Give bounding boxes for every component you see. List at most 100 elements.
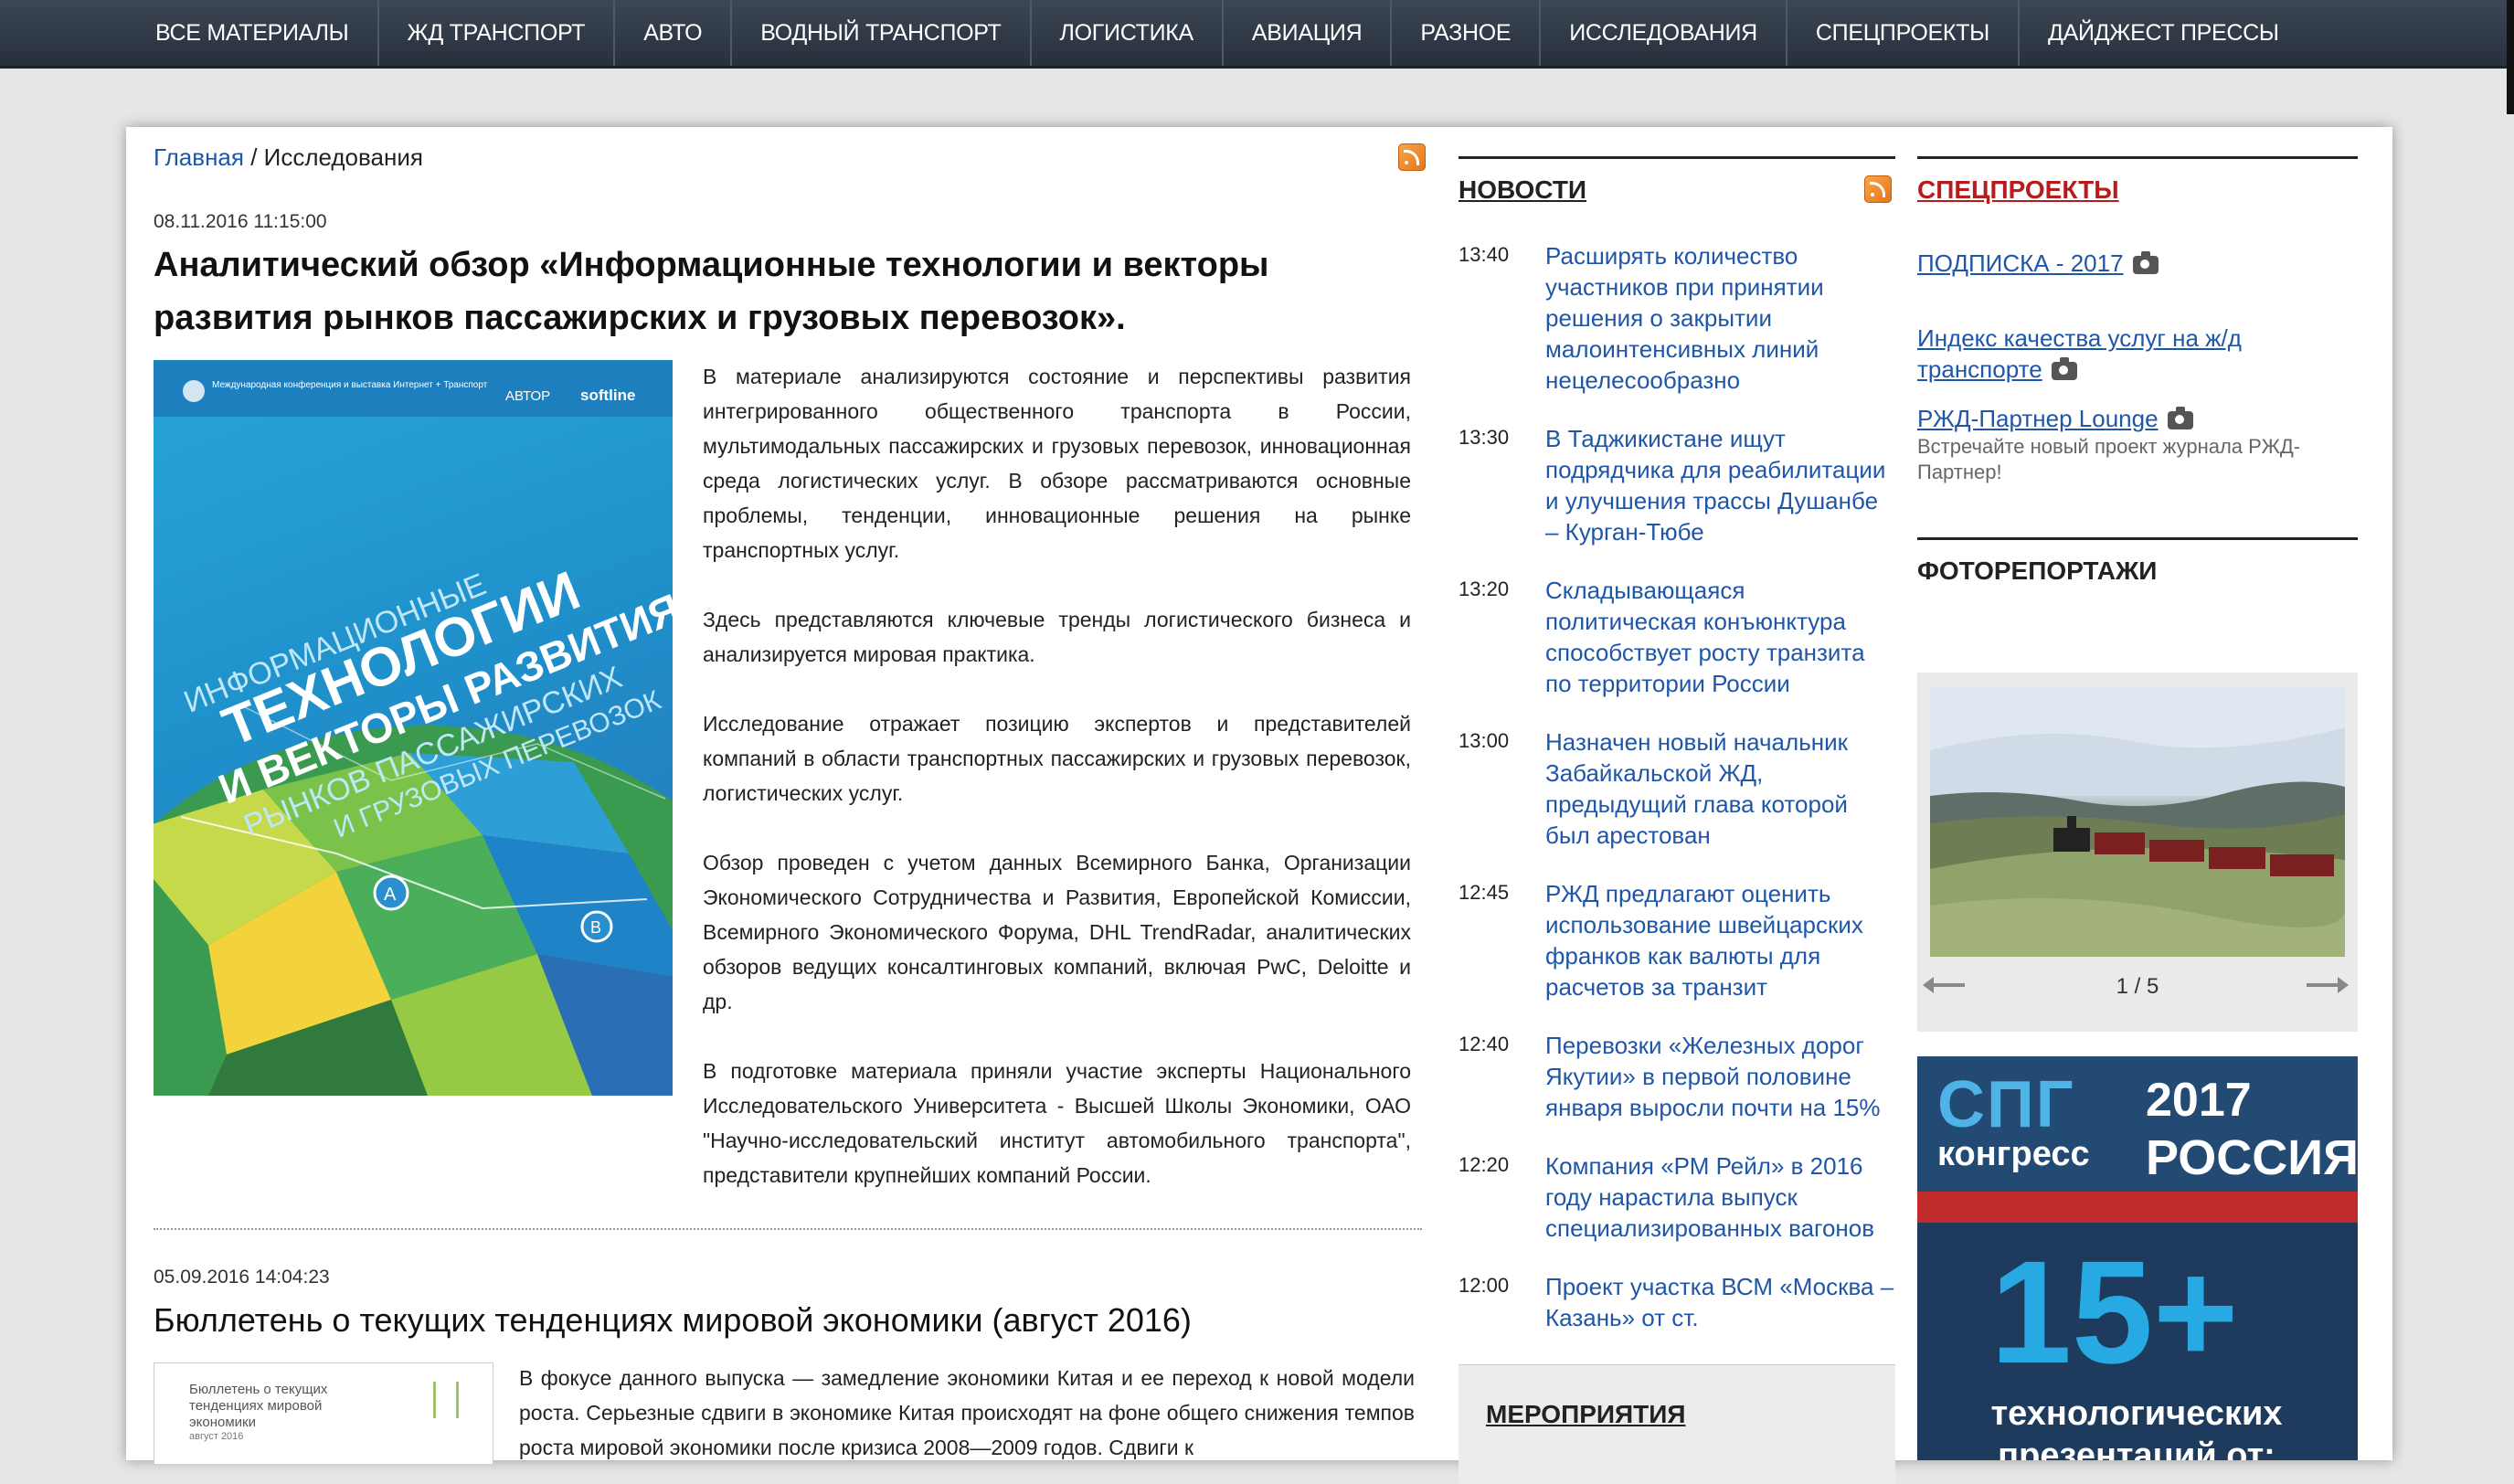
news-item: 12:45 РЖД предлагают оценить использован…: [1459, 878, 1895, 1002]
specproject-link[interactable]: Индекс качества услуг на ж/д транспорте: [1917, 324, 2242, 383]
news-heading: НОВОСТИ: [1459, 156, 1895, 216]
breadcrumb-current: Исследования: [263, 143, 423, 171]
news-link[interactable]: РЖД предлагают оценить использование шве…: [1545, 878, 1895, 1002]
article2-thumbnail[interactable]: Бюллетень о текущих тенденциях мировой э…: [154, 1362, 493, 1464]
breadcrumb-home-link[interactable]: Главная: [154, 143, 244, 171]
window-edge: [2507, 0, 2514, 114]
news-list: 13:40 Расширять количество участников пр…: [1459, 240, 1895, 1370]
cover-pin-a: A: [384, 885, 397, 905]
specproject-link[interactable]: РЖД-Партнер Lounge: [1917, 405, 2159, 432]
photo-slider: 1 / 5: [1917, 673, 2358, 1032]
rss-icon[interactable]: [1398, 143, 1426, 171]
news-time: 12:00: [1459, 1274, 1510, 1297]
specproject-description: Встречайте новый проект журнала РЖД-Парт…: [1917, 435, 2301, 483]
photoreports-header: ФОТОРЕПОРТАЖИ: [1917, 537, 2358, 597]
article-paragraph: В подготовке материала приняли участие э…: [703, 1059, 1411, 1187]
thumbnail-title: Бюллетень о текущих тенденциях мировой э…: [189, 1382, 328, 1430]
banner-caption-line2: презентаций от:: [1998, 1436, 2275, 1460]
nav-item-research[interactable]: ИССЛЕДОВАНИЯ: [1541, 0, 1787, 66]
news-item: 12:00 Проект участка ВСМ «Москва – Казан…: [1459, 1271, 1895, 1333]
news-link[interactable]: Перевозки «Железных дорог Якутии» в перв…: [1545, 1030, 1895, 1123]
page-content: Главная / Исследования 08.11.2016 11:15:…: [126, 127, 2392, 1484]
news-item: 13:20 Складывающаяся политическая конъюн…: [1459, 575, 1895, 699]
nav-item-aviation[interactable]: АВИАЦИЯ: [1224, 0, 1393, 66]
cover-pin-b: B: [590, 918, 601, 937]
nav-item-rail[interactable]: ЖД ТРАНСПОРТ: [379, 0, 616, 66]
nav-item-auto[interactable]: АВТО: [615, 0, 733, 66]
specproject-item: РЖД-Партнер Lounge: [1917, 403, 2358, 434]
news-time: 12:20: [1459, 1153, 1510, 1176]
banner-kongress: конгресс: [1937, 1135, 2090, 1173]
cover-illustration: Международная конференция и выставка Инт…: [154, 360, 673, 1096]
top-navigation: ВСЕ МАТЕРИАЛЫ ЖД ТРАНСПОРТ АВТО ВОДНЫЙ Т…: [0, 0, 2514, 69]
banner-big-number: 15+: [1990, 1230, 2239, 1394]
news-item: 13:00 Назначен новый начальник Забайкаль…: [1459, 726, 1895, 851]
camera-icon: [2167, 407, 2193, 430]
specproject-item: Индекс качества услуг на ж/д транспорте: [1917, 323, 2358, 385]
news-item: 13:40 Расширять количество участников пр…: [1459, 240, 1895, 396]
news-link[interactable]: Расширять количество участников при прин…: [1545, 240, 1895, 396]
photo-illustration: [1930, 686, 2345, 957]
news-link[interactable]: В Таджикистане ищут подрядчика для реаби…: [1545, 423, 1895, 547]
news-heading-text[interactable]: НОВОСТИ: [1459, 175, 1586, 204]
banner-spg: СПГ: [1937, 1068, 2075, 1141]
nav-item-misc[interactable]: РАЗНОЕ: [1392, 0, 1542, 66]
news-link[interactable]: Складывающаяся политическая конъюнктура …: [1545, 575, 1895, 699]
spg-congress-banner[interactable]: СПГ 2017 конгресс РОССИЯ 15+ технологиче…: [1917, 1056, 2358, 1460]
camera-icon: [2132, 251, 2159, 275]
article-paragraph: Исследование отражает позицию экспертов …: [703, 712, 1411, 805]
events-panel: МЕРОПРИЯТИЯ: [1459, 1364, 1895, 1484]
nav-item-all[interactable]: ВСЕ МАТЕРИАЛЫ: [127, 0, 379, 66]
news-link[interactable]: Проект участка ВСМ «Москва – Казань» от …: [1545, 1271, 1895, 1333]
news-item: 12:20 Компания «РМ Рейл» в 2016 году нар…: [1459, 1150, 1895, 1244]
banner-caption: технологических презентаций от:: [1954, 1393, 2319, 1460]
news-link[interactable]: Компания «РМ Рейл» в 2016 году нарастила…: [1545, 1150, 1895, 1244]
article-title[interactable]: Аналитический обзор «Информационные техн…: [154, 238, 1342, 344]
news-time: 13:30: [1459, 426, 1510, 449]
news-item: 13:30 В Таджикистане ищут подрядчика для…: [1459, 423, 1895, 547]
article2-body: В фокусе данного выпуска — замедление эк…: [519, 1366, 1415, 1459]
cover-logo-softline: softline: [580, 387, 635, 404]
specprojects-heading[interactable]: СПЕЦПРОЕКТЫ: [1917, 156, 2358, 216]
article-cover-image[interactable]: Международная конференция и выставка Инт…: [154, 360, 673, 1096]
news-column: НОВОСТИ 13:40 Расширять количество участ…: [1459, 156, 1895, 1331]
news-item: 12:40 Перевозки «Железных дорог Якутии» …: [1459, 1030, 1895, 1123]
news-time: 13:40: [1459, 243, 1510, 266]
nav-item-water[interactable]: ВОДНЫЙ ТРАНСПОРТ: [732, 0, 1032, 66]
specprojects-list: ПОДПИСКА - 2017 Индекс качества услуг на…: [1917, 248, 2358, 485]
photo-next-arrow-icon[interactable]: [2307, 977, 2349, 993]
banner-stripe: [1917, 1192, 2358, 1223]
news-link[interactable]: Назначен новый начальник Забайкальской Ж…: [1545, 726, 1895, 851]
news-time: 13:00: [1459, 729, 1510, 752]
events-heading[interactable]: МЕРОПРИЯТИЯ: [1486, 1400, 1686, 1429]
news-rss-icon[interactable]: [1864, 175, 1892, 203]
camera-icon: [2051, 357, 2077, 381]
banner-caption-line1: технологических: [1990, 1394, 2283, 1433]
article-paragraph: В материале анализируются состояние и пе…: [703, 365, 1411, 562]
article-separator: [154, 1228, 1422, 1230]
photo-pager: 1 / 5: [2116, 974, 2159, 999]
article-paragraph: Обзор проведен с учетом данных Всемирног…: [703, 851, 1411, 1013]
specproject-link[interactable]: ПОДПИСКА - 2017: [1917, 249, 2124, 277]
article-paragraph: Здесь представляются ключевые тренды лог…: [703, 608, 1411, 666]
banner-year: 2017: [2146, 1074, 2252, 1127]
article-body: В материале анализируются состояние и пе…: [703, 359, 1411, 1227]
sidebar-right: СПЕЦПРОЕКТЫ ПОДПИСКА - 2017 Индекс качес…: [1917, 156, 2358, 1460]
article2-title[interactable]: Бюллетень о текущих тенденциях мировой э…: [154, 1301, 1192, 1340]
nav-item-specprojects[interactable]: СПЕЦПРОЕКТЫ: [1787, 0, 2020, 66]
photoreports-heading[interactable]: ФОТОРЕПОРТАЖИ: [1917, 537, 2358, 597]
cover-logo-conference: Международная конференция и выставка Инт…: [212, 379, 488, 390]
banner-russia: РОССИЯ: [2146, 1130, 2358, 1185]
thumbnail-logo: [433, 1382, 459, 1418]
photo-image[interactable]: [1930, 686, 2345, 957]
nav-item-logistics[interactable]: ЛОГИСТИКА: [1032, 0, 1224, 66]
specproject-item: ПОДПИСКА - 2017: [1917, 248, 2358, 279]
article2-date: 05.09.2016 14:04:23: [154, 1267, 330, 1288]
cover-logo-avtor: АВТОР: [505, 388, 550, 404]
news-time: 12:45: [1459, 881, 1510, 904]
top-nav-list: ВСЕ МАТЕРИАЛЫ ЖД ТРАНСПОРТ АВТО ВОДНЫЙ Т…: [0, 0, 2514, 66]
thumbnail-subtitle: август 2016: [189, 1431, 244, 1442]
news-time: 12:40: [1459, 1033, 1510, 1055]
breadcrumb-separator: /: [243, 143, 264, 171]
nav-item-digest[interactable]: ДАЙДЖЕСТ ПРЕССЫ: [2020, 0, 2307, 66]
